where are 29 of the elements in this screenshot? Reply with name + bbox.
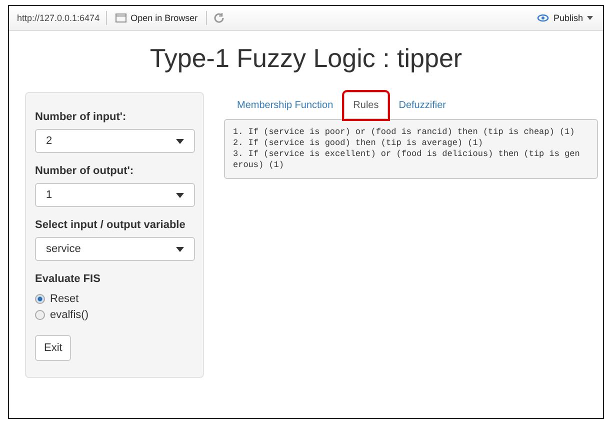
radio-label: Reset bbox=[50, 293, 79, 305]
select-field[interactable]: 2 bbox=[35, 129, 195, 153]
url-text: http://127.0.0.1:6474 bbox=[17, 13, 100, 23]
field-label: Number of input': bbox=[35, 111, 128, 123]
open-in-browser-button[interactable]: Open in Browser bbox=[112, 13, 200, 23]
radio-label: evalfis() bbox=[50, 309, 89, 321]
tab[interactable]: Membership Function bbox=[228, 92, 342, 119]
publish-icon bbox=[537, 13, 550, 23]
rules-output: 1. If (service is poor) or (food is rancid) then (tip is cheap) (1) 2. If (service is good) then (tip is average) (1) 3. If (service is excellent) or (food is delicious) then (tip is gen erous) (1) bbox=[224, 119, 598, 180]
select-field[interactable]: service bbox=[35, 237, 195, 261]
field-label: Number of output': bbox=[35, 165, 135, 177]
tab[interactable]: Defuzzifier bbox=[390, 92, 455, 119]
radio-option[interactable]: Reset bbox=[35, 293, 195, 305]
radio-option[interactable]: evalfis() bbox=[35, 309, 195, 321]
radio-button[interactable] bbox=[35, 310, 45, 320]
caret-icon bbox=[176, 138, 184, 144]
exit-button[interactable]: Exit bbox=[35, 335, 72, 361]
caret-icon bbox=[176, 192, 184, 198]
caret-icon bbox=[587, 16, 593, 20]
field-label: Evaluate FIS bbox=[35, 273, 102, 285]
refresh-icon[interactable] bbox=[212, 12, 225, 24]
field-label: Select input / output variable bbox=[35, 219, 186, 231]
page-title: Type-1 Fuzzy Logic : tipper bbox=[148, 43, 464, 74]
radio-button[interactable] bbox=[35, 294, 45, 304]
window-icon bbox=[114, 13, 127, 23]
select-field[interactable]: 1 bbox=[35, 183, 195, 207]
tab[interactable]: Rules bbox=[344, 92, 388, 119]
publish-button[interactable]: Publish bbox=[535, 13, 595, 23]
caret-icon bbox=[176, 246, 184, 252]
